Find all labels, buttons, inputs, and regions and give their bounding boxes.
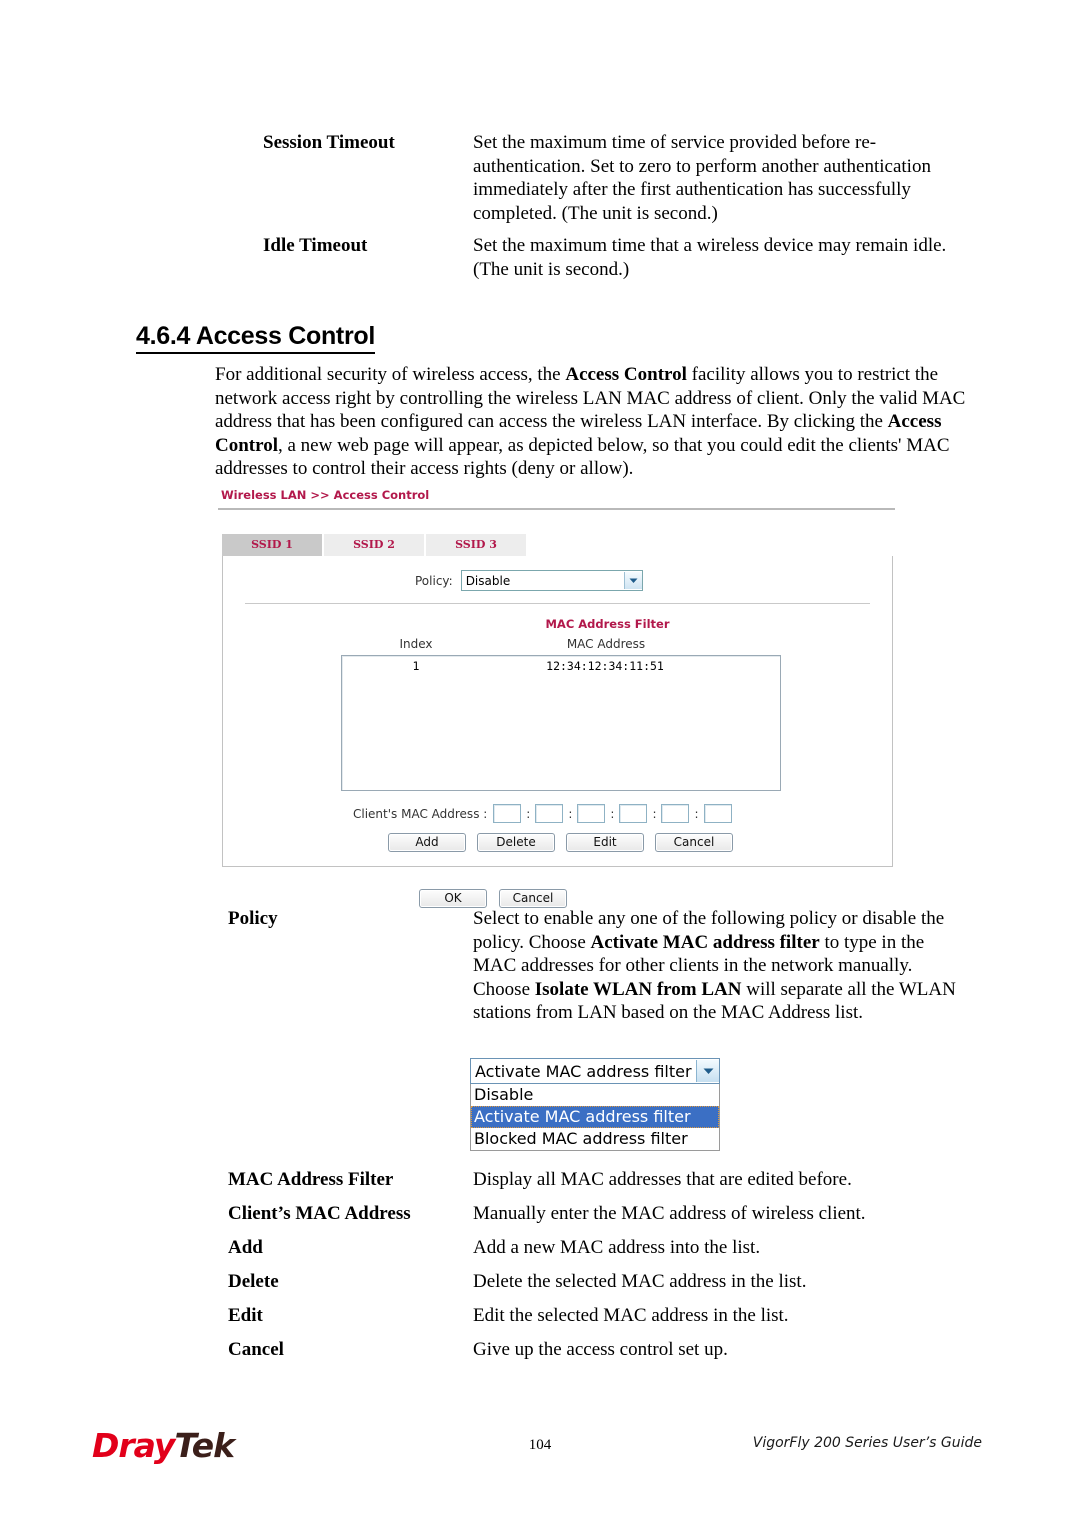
definition-row-session-timeout: Session Timeout Set the maximum time of … <box>263 131 983 225</box>
client-mac-address-label: Client's MAC Address : <box>353 806 488 821</box>
mac-octet-input-3[interactable] <box>577 804 606 823</box>
ssid-tab-bar: SSID 1 SSID 2 SSID 3 <box>218 534 898 556</box>
definition-term: Edit <box>228 1305 263 1326</box>
definition-term: Idle Timeout <box>263 235 368 256</box>
policy-select[interactable]: Disable <box>460 570 643 591</box>
policy-select-value: Disable <box>465 573 511 588</box>
definition-description: Display all MAC addresses that are edite… <box>473 1169 852 1190</box>
mac-separator: : <box>652 806 657 821</box>
policy-dropdown-value: Activate MAC address filter <box>475 1061 692 1081</box>
definition-description: Give up the access control set up. <box>473 1339 728 1360</box>
intro-paragraph: For additional security of wireless acce… <box>215 364 966 479</box>
definition-row-idle-timeout: Idle Timeout Set the maximum time that a… <box>263 234 983 281</box>
mac-separator: : <box>610 806 615 821</box>
definition-row-clients-mac-address: Client’s MAC Address Manually enter the … <box>228 1202 988 1226</box>
dropdown-option-disable[interactable]: Disable <box>471 1084 719 1106</box>
client-mac-address-row: Client's MAC Address : : : : : : <box>223 804 892 823</box>
definition-term: Delete <box>228 1271 279 1292</box>
cancel-button[interactable]: Cancel <box>655 833 733 852</box>
mac-table-header: Index MAC Address <box>223 637 892 651</box>
chevron-down-icon[interactable] <box>696 1060 719 1082</box>
policy-row: Policy: Disable <box>415 556 892 599</box>
mac-address-list[interactable]: 1 12:34:12:34:11:51 <box>341 655 781 791</box>
definition-row-edit: Edit Edit the selected MAC address in th… <box>228 1304 988 1328</box>
tab-ssid-1[interactable]: SSID 1 <box>222 534 322 556</box>
definition-description: Set the maximum time of service provided… <box>473 132 931 224</box>
tab-ssid-3[interactable]: SSID 3 <box>426 534 526 556</box>
section-heading: 4.6.4 Access Control <box>136 322 375 354</box>
definition-term: Session Timeout <box>263 132 395 153</box>
definition-description: Delete the selected MAC address in the l… <box>473 1271 807 1292</box>
policy-dropdown-closed[interactable]: Activate MAC address filter <box>470 1058 720 1084</box>
definition-description: Set the maximum time that a wireless dev… <box>473 235 947 280</box>
breadcrumb-divider <box>218 508 895 510</box>
definition-description: Manually enter the MAC address of wirele… <box>473 1203 866 1224</box>
list-item-mac-address: 12:34:12:34:11:51 <box>546 659 664 673</box>
panel-divider <box>245 603 870 604</box>
definition-row-cancel: Cancel Give up the access control set up… <box>228 1338 988 1362</box>
definition-row-delete: Delete Delete the selected MAC address i… <box>228 1270 988 1294</box>
list-item-index: 1 <box>412 659 420 673</box>
add-button[interactable]: Add <box>388 833 466 852</box>
mac-octet-input-1[interactable] <box>493 804 522 823</box>
mac-octet-input-2[interactable] <box>535 804 564 823</box>
list-item[interactable]: 1 12:34:12:34:11:51 <box>342 656 780 673</box>
column-header-mac-address: MAC Address <box>566 637 646 651</box>
dropdown-option-activate-mac-address-filter[interactable]: Activate MAC address filter <box>471 1106 719 1128</box>
definition-term: Add <box>228 1237 263 1258</box>
definition-row-mac-address-filter: MAC Address Filter Display all MAC addre… <box>228 1168 988 1192</box>
definition-description: Add a new MAC address into the list. <box>473 1237 761 1258</box>
mac-octet-input-5[interactable] <box>661 804 690 823</box>
definition-description: Select to enable any one of the followin… <box>473 908 956 1023</box>
router-web-ui-screenshot: Wireless LAN >> Access Control SSID 1 SS… <box>218 488 898 908</box>
edit-button[interactable]: Edit <box>566 833 644 852</box>
mac-separator: : <box>568 806 573 821</box>
definition-row-policy: Policy Select to enable any one of the f… <box>228 907 988 1025</box>
chevron-down-icon[interactable] <box>623 572 642 589</box>
crud-button-row: Add Delete Edit Cancel <box>223 833 892 852</box>
policy-label: Policy: <box>415 573 453 588</box>
access-control-panel: Policy: Disable MAC Address Filter Index… <box>222 556 893 867</box>
delete-button[interactable]: Delete <box>477 833 555 852</box>
definition-term: Cancel <box>228 1339 284 1360</box>
breadcrumb: Wireless LAN >> Access Control <box>221 488 430 502</box>
tab-ssid-2[interactable]: SSID 2 <box>324 534 424 556</box>
mac-octet-input-6[interactable] <box>703 804 732 823</box>
guide-title: VigorFly 200 Series User’s Guide <box>752 1435 982 1451</box>
mac-separator: : <box>694 806 699 821</box>
mac-address-filter-title: MAC Address Filter <box>545 617 670 631</box>
dropdown-option-blocked-mac-address-filter[interactable]: Blocked MAC address filter <box>471 1128 719 1150</box>
policy-dropdown-illustration: Activate MAC address filter Disable Acti… <box>470 1058 720 1151</box>
column-header-index: Index <box>399 637 433 651</box>
definition-description: Edit the selected MAC address in the lis… <box>473 1305 789 1326</box>
mac-octet-input-4[interactable] <box>619 804 648 823</box>
definition-term: Policy <box>228 908 278 929</box>
form-cancel-button[interactable]: Cancel <box>499 889 567 908</box>
definition-term: MAC Address Filter <box>228 1169 394 1190</box>
definition-term: Client’s MAC Address <box>228 1203 411 1224</box>
form-button-row: OK Cancel <box>218 889 898 908</box>
mac-separator: : <box>526 806 531 821</box>
policy-dropdown-options: Disable Activate MAC address filter Bloc… <box>470 1084 720 1151</box>
ok-button[interactable]: OK <box>419 889 487 908</box>
definition-row-add: Add Add a new MAC address into the list. <box>228 1236 988 1260</box>
